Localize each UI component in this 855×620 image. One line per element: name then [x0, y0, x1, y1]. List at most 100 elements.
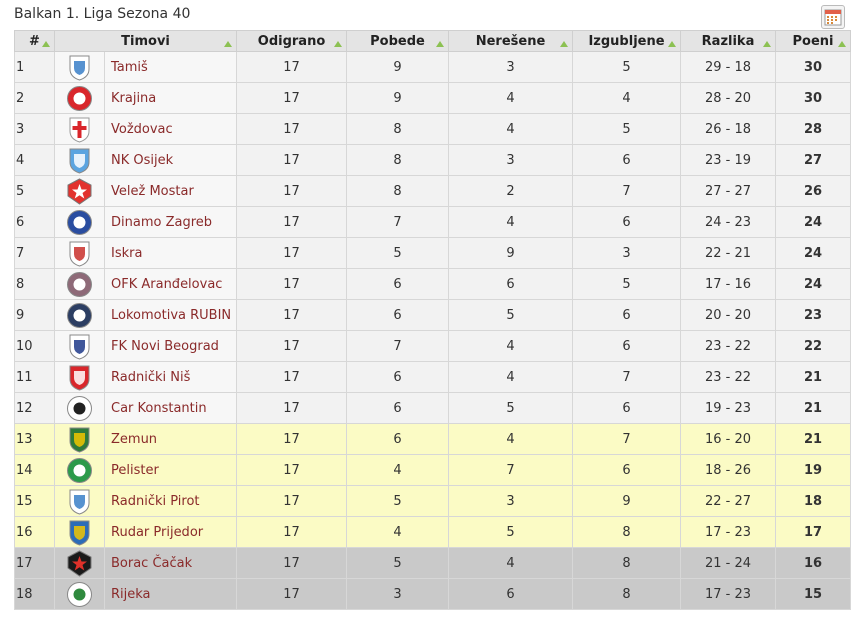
team-link[interactable]: Tamiš [111, 60, 148, 75]
team-cell: Borac Čačak [103, 547, 238, 579]
team-link[interactable]: Rudar Prijedor [111, 525, 203, 540]
won-cell: 3 [346, 578, 450, 610]
lost-cell: 6 [572, 206, 682, 238]
page-title: Balkan 1. Liga Sezona 40 [14, 6, 191, 22]
calendar-button[interactable] [821, 5, 845, 29]
team-link[interactable]: Radnički Niš [111, 370, 190, 385]
header-row: # Timovi Odigrano Pobede Nerešene Izgubl… [14, 30, 852, 52]
drawn-cell: 9 [448, 237, 574, 269]
drawn-cell: 3 [448, 51, 574, 83]
team-cell: Rudar Prijedor [103, 516, 238, 548]
sort-arrow-icon [838, 41, 847, 47]
position-cell: 16 [14, 516, 55, 548]
team-link[interactable]: Velež Mostar [111, 184, 194, 199]
played-cell: 17 [236, 299, 348, 331]
sort-arrow-icon [560, 41, 569, 47]
header-points[interactable]: Poeni [775, 30, 852, 52]
header-won[interactable]: Pobede [346, 30, 450, 52]
diff-cell: 17 - 23 [680, 578, 777, 610]
header-team[interactable]: Timovi [53, 30, 238, 52]
team-link[interactable]: Zemun [111, 432, 157, 447]
won-cell: 6 [346, 299, 450, 331]
table-row: 4 NK Osijek 17 8 3 6 23 - 19 27 [14, 144, 852, 176]
position-cell: 3 [14, 113, 55, 145]
position-cell: 15 [14, 485, 55, 517]
crest-cell [54, 361, 105, 393]
table-row: 1 Tamiš 17 9 3 5 29 - 18 30 [14, 51, 852, 83]
table-row: 14 Pelister 17 4 7 6 18 - 26 19 [14, 454, 852, 486]
team-crest-icon [69, 334, 90, 360]
won-cell: 5 [346, 237, 450, 269]
table-row: 2 Krajina 17 9 4 4 28 - 20 30 [14, 82, 852, 114]
crest-cell [54, 268, 105, 300]
played-cell: 17 [236, 330, 348, 362]
drawn-cell: 2 [448, 175, 574, 207]
position-cell: 17 [14, 547, 55, 579]
team-link[interactable]: Car Konstantin [111, 401, 207, 416]
team-crest-icon [67, 457, 92, 483]
points-cell: 24 [775, 237, 852, 269]
points-cell: 21 [775, 392, 852, 424]
team-crest-icon [69, 520, 90, 546]
team-link[interactable]: NK Osijek [111, 153, 173, 168]
points-cell: 17 [775, 516, 852, 548]
sort-arrow-icon [224, 41, 233, 47]
sort-arrow-icon [668, 41, 677, 47]
diff-cell: 23 - 19 [680, 144, 777, 176]
diff-cell: 21 - 24 [680, 547, 777, 579]
team-link[interactable]: Radnički Pirot [111, 494, 200, 509]
team-link[interactable]: Voždovac [111, 122, 173, 137]
points-cell: 30 [775, 51, 852, 83]
table-row: 7 Iskra 17 5 9 3 22 - 21 24 [14, 237, 852, 269]
played-cell: 17 [236, 144, 348, 176]
crest-cell [54, 330, 105, 362]
played-cell: 17 [236, 423, 348, 455]
lost-cell: 6 [572, 330, 682, 362]
sort-arrow-icon [763, 41, 772, 47]
played-cell: 17 [236, 392, 348, 424]
team-cell: OFK Aranđelovac [103, 268, 238, 300]
points-cell: 16 [775, 547, 852, 579]
lost-cell: 9 [572, 485, 682, 517]
crest-cell [54, 113, 105, 145]
points-cell: 27 [775, 144, 852, 176]
position-cell: 18 [14, 578, 55, 610]
team-link[interactable]: Rijeka [111, 587, 151, 602]
won-cell: 6 [346, 361, 450, 393]
team-link[interactable]: OFK Aranđelovac [111, 277, 222, 292]
team-link[interactable]: Iskra [111, 246, 142, 261]
team-crest-icon [67, 581, 92, 607]
header-lost[interactable]: Izgubljene [572, 30, 682, 52]
table-row: 8 OFK Aranđelovac 17 6 6 5 17 - 16 24 [14, 268, 852, 300]
points-cell: 24 [775, 206, 852, 238]
lost-cell: 5 [572, 268, 682, 300]
drawn-cell: 4 [448, 113, 574, 145]
team-crest-icon [67, 271, 92, 297]
team-link[interactable]: Krajina [111, 91, 156, 106]
crest-cell [54, 578, 105, 610]
team-link[interactable]: Pelister [111, 463, 159, 478]
header-played[interactable]: Odigrano [236, 30, 348, 52]
crest-cell [54, 485, 105, 517]
header-pos[interactable]: # [14, 30, 55, 52]
team-link[interactable]: Borac Čačak [111, 556, 192, 571]
header-diff[interactable]: Razlika [680, 30, 777, 52]
team-cell: Lokomotiva RUBIN [103, 299, 238, 331]
lost-cell: 6 [572, 144, 682, 176]
lost-cell: 8 [572, 516, 682, 548]
played-cell: 17 [236, 361, 348, 393]
crest-cell [54, 175, 105, 207]
team-cell: Radnički Pirot [103, 485, 238, 517]
played-cell: 17 [236, 175, 348, 207]
team-crest-icon [67, 549, 92, 577]
drawn-cell: 4 [448, 82, 574, 114]
drawn-cell: 4 [448, 423, 574, 455]
team-link[interactable]: Lokomotiva RUBIN [111, 308, 231, 323]
position-cell: 14 [14, 454, 55, 486]
drawn-cell: 3 [448, 144, 574, 176]
lost-cell: 4 [572, 82, 682, 114]
table-row: 16 Rudar Prijedor 17 4 5 8 17 - 23 17 [14, 516, 852, 548]
header-drawn[interactable]: Nerešene [448, 30, 574, 52]
team-link[interactable]: FK Novi Beograd [111, 339, 219, 354]
team-link[interactable]: Dinamo Zagreb [111, 215, 212, 230]
